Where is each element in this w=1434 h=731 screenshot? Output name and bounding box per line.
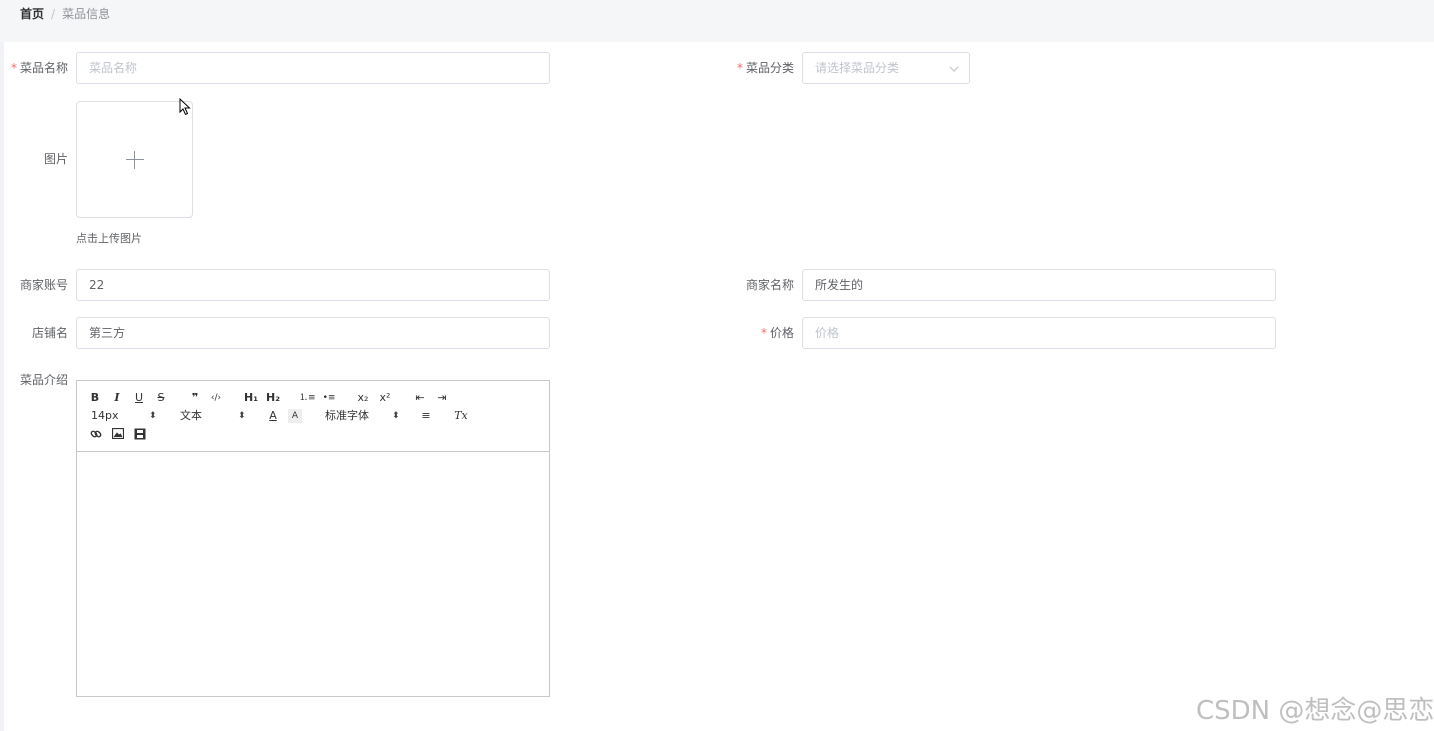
outdent-button[interactable]: ⇤ [412,391,428,405]
image-label: 图片 [43,152,68,166]
chevron-down-icon [949,53,959,83]
strike-button[interactable]: S [155,391,167,405]
chevron-updown-icon: ⬍ [149,411,157,421]
required-mark: * [760,326,767,340]
watermark: CSDN @想念@思恋 [1196,696,1434,726]
header-value: 文本 [180,409,202,422]
category-select[interactable]: 请选择菜品分类 [802,52,970,84]
plus-icon [126,159,144,160]
upload-tip: 点击上传图片 [76,232,142,245]
dish-name-input[interactable]: 菜品名称 [76,52,550,84]
merchant-name-input[interactable]: 所发生的 [802,269,1276,301]
required-mark: * [10,61,17,75]
background-color-button[interactable]: A [288,409,302,423]
font-size-value: 14px [91,409,119,422]
left-edge [0,42,4,731]
subscript-button[interactable]: x₂ [355,391,371,405]
underline-button[interactable]: U [133,391,145,405]
bold-button[interactable]: B [89,391,101,405]
align-button[interactable]: ≡ [419,409,433,423]
merchant-account-label: 商家账号 [19,278,68,292]
category-placeholder: 请选择菜品分类 [815,61,900,75]
indent-button[interactable]: ⇥ [434,391,450,405]
image-uploader[interactable] [76,101,193,218]
clean-format-button[interactable]: Tx [453,409,469,423]
plus-icon-vertical [134,151,135,169]
blockquote-button[interactable]: ❞ [188,391,202,405]
font-size-picker[interactable]: 14px ⬍ [91,409,157,423]
header-picker[interactable]: 文本 ⬍ [180,409,246,423]
category-label: * 菜品分类 [736,61,794,75]
price-label: * 价格 [760,326,794,340]
merchant-account-input[interactable]: 22 [76,269,550,301]
ordered-list-button[interactable]: ⒈≡ [299,391,316,405]
image-icon[interactable] [111,427,125,442]
editor-content-area[interactable] [77,452,549,696]
h2-button[interactable]: H₂ [265,391,281,405]
rich-text-editor: B I U S ❞ ‹/› H₁ H₂ ⒈≡ •≡ x₂ x² ⇤ ⇥ 14px… [76,380,550,697]
shop-name-label: 店铺名 [31,326,68,340]
italic-button[interactable]: I [111,391,123,405]
superscript-button[interactable]: x² [377,391,393,405]
h1-button[interactable]: H₁ [243,391,259,405]
chevron-updown-icon: ⬍ [238,411,246,421]
video-icon[interactable] [133,428,147,442]
bullet-list-button[interactable]: •≡ [321,391,337,405]
font-color-button[interactable]: A [266,409,280,423]
required-mark: * [736,61,743,75]
breadcrumb-home[interactable]: 首页 [20,7,44,21]
dish-name-label: * 菜品名称 [10,61,68,75]
intro-label: 菜品介绍 [19,373,68,387]
price-input[interactable]: 价格 [802,317,1276,349]
shop-name-input[interactable]: 第三方 [76,317,550,349]
font-family-value: 标准字体 [325,409,369,422]
chevron-updown-icon: ⬍ [392,411,400,421]
code-block-button[interactable]: ‹/› [208,391,224,405]
breadcrumb-separator: / [51,7,56,21]
breadcrumb: 首页 / 菜品信息 [20,6,110,22]
breadcrumb-bar: 首页 / 菜品信息 [0,0,1434,42]
editor-toolbar: B I U S ❞ ‹/› H₁ H₂ ⒈≡ •≡ x₂ x² ⇤ ⇥ 14px… [77,381,549,452]
link-icon[interactable] [89,428,103,442]
breadcrumb-current: 菜品信息 [62,7,111,21]
merchant-name-label: 商家名称 [745,278,794,292]
font-family-picker[interactable]: 标准字体 ⬍ [325,409,401,423]
mouse-cursor-icon [179,97,191,116]
